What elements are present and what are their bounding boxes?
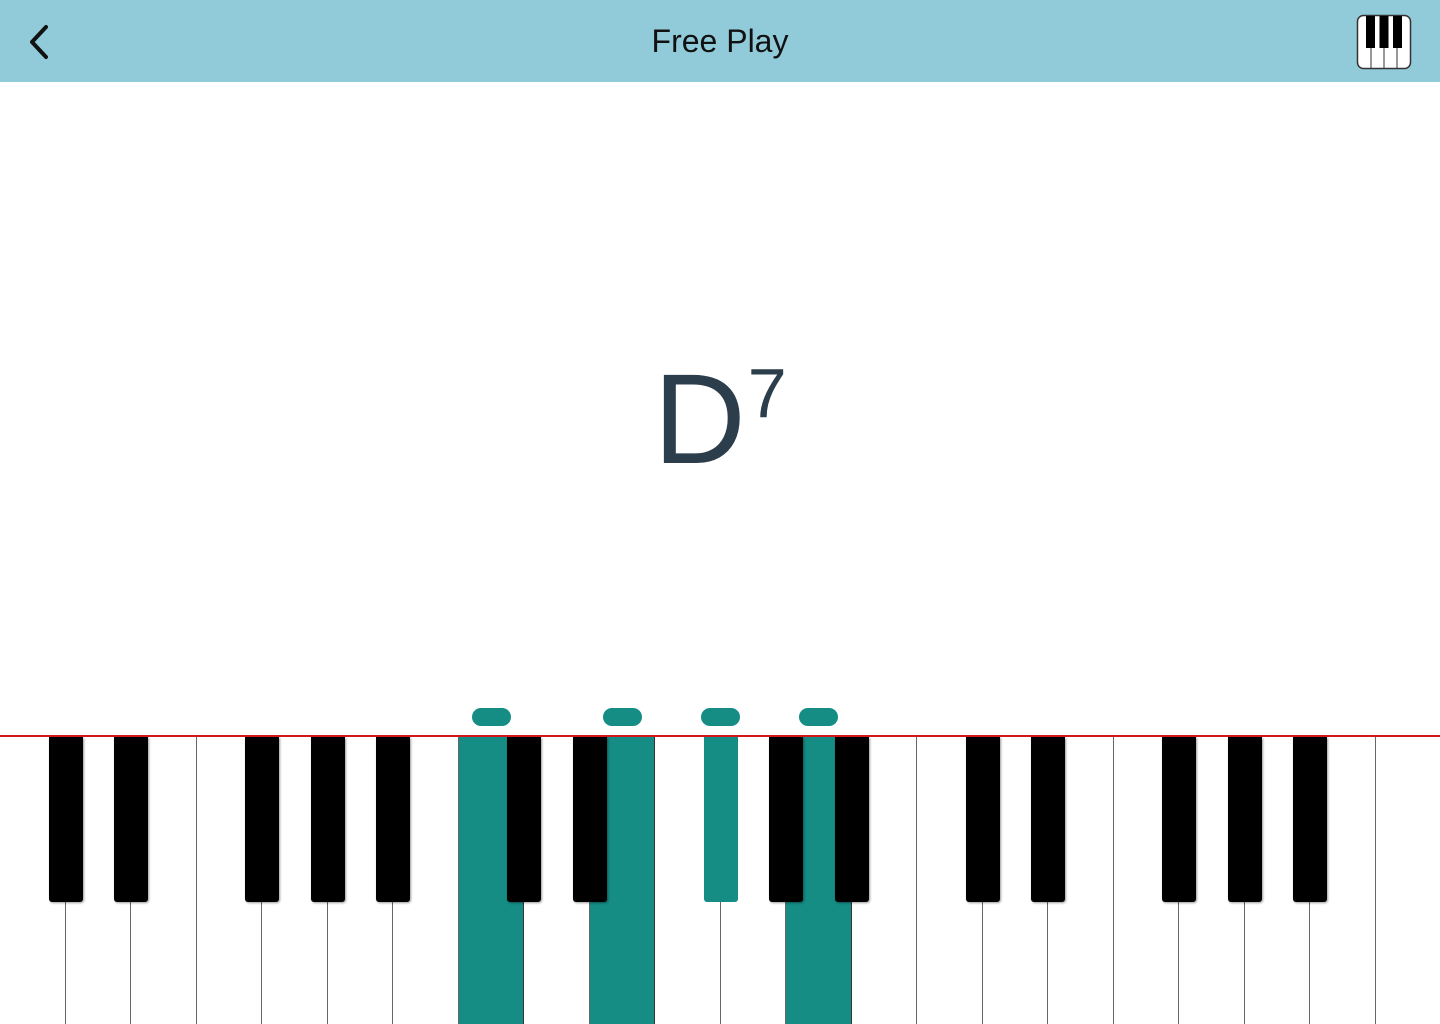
black-key[interactable] <box>376 737 410 902</box>
keyboard-toggle-button[interactable] <box>1356 14 1412 70</box>
piano-keys-icon <box>1356 14 1412 70</box>
black-key[interactable] <box>769 737 803 902</box>
back-button[interactable] <box>18 18 62 64</box>
black-key[interactable] <box>1031 737 1065 902</box>
black-key[interactable] <box>572 737 607 902</box>
note-indicator <box>799 708 839 726</box>
piano-keyboard <box>0 735 1440 1024</box>
black-key[interactable] <box>48 737 83 902</box>
black-key[interactable] <box>1162 737 1196 902</box>
note-indicator <box>701 708 740 726</box>
chord-quality: 7 <box>747 354 787 432</box>
top-bar: Free Play <box>0 0 1440 82</box>
black-key[interactable] <box>245 737 279 902</box>
white-key[interactable] <box>1375 737 1440 1024</box>
black-key[interactable] <box>114 737 148 902</box>
note-indicator <box>471 708 511 726</box>
black-key[interactable] <box>1227 737 1262 902</box>
black-key[interactable] <box>834 737 869 902</box>
black-key[interactable] <box>965 737 1000 902</box>
black-key[interactable] <box>507 737 541 902</box>
chord-name: D7 <box>0 350 1440 490</box>
chord-root: D <box>653 348 746 491</box>
black-key[interactable] <box>703 737 738 902</box>
black-key[interactable] <box>1293 737 1327 902</box>
chevron-left-icon <box>30 25 48 59</box>
black-key[interactable] <box>310 737 345 902</box>
note-indicator <box>602 708 642 726</box>
page-title: Free Play <box>651 23 789 59</box>
